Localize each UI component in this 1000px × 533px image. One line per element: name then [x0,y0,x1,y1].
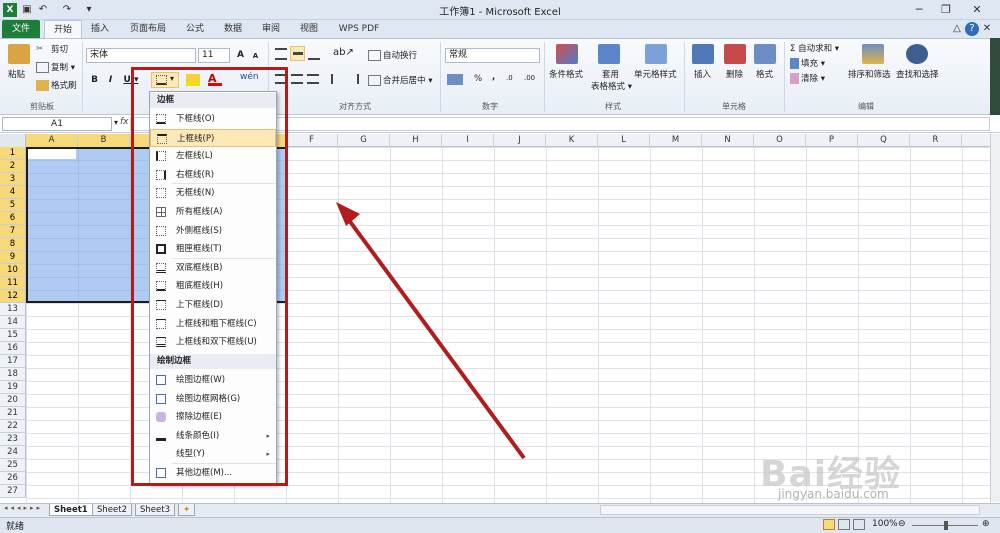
annotation-arrow [336,202,526,460]
